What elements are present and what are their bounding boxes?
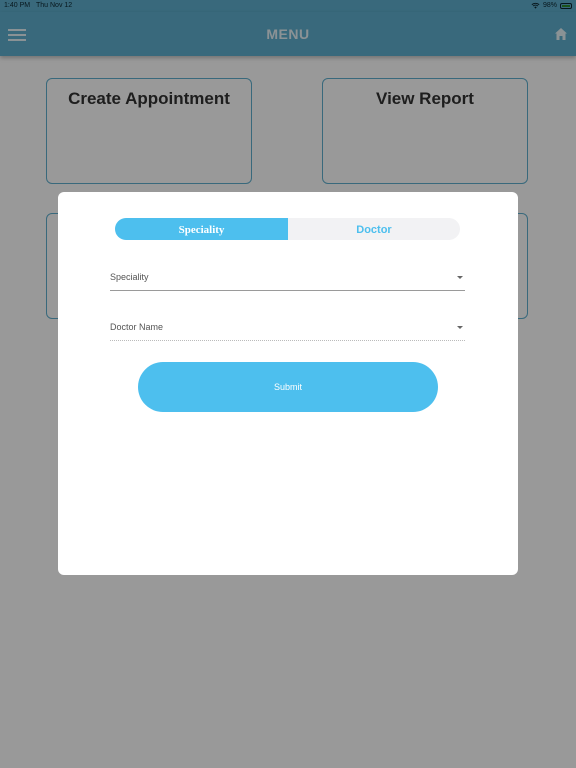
speciality-label: Speciality: [110, 272, 149, 282]
submit-button[interactable]: Submit: [138, 362, 438, 412]
tab-speciality[interactable]: Speciality: [115, 218, 288, 240]
dropdown-arrow-icon: [457, 326, 463, 329]
doctor-name-label: Doctor Name: [110, 322, 164, 332]
tab-doctor[interactable]: Doctor: [288, 218, 460, 240]
search-modal: Speciality Doctor Speciality Doctor Name…: [58, 192, 518, 575]
doctor-name-dropdown[interactable]: Doctor Name: [110, 322, 465, 341]
speciality-dropdown[interactable]: Speciality: [110, 272, 465, 291]
dropdown-arrow-icon: [457, 276, 463, 279]
segmented-control: Speciality Doctor: [115, 218, 460, 240]
